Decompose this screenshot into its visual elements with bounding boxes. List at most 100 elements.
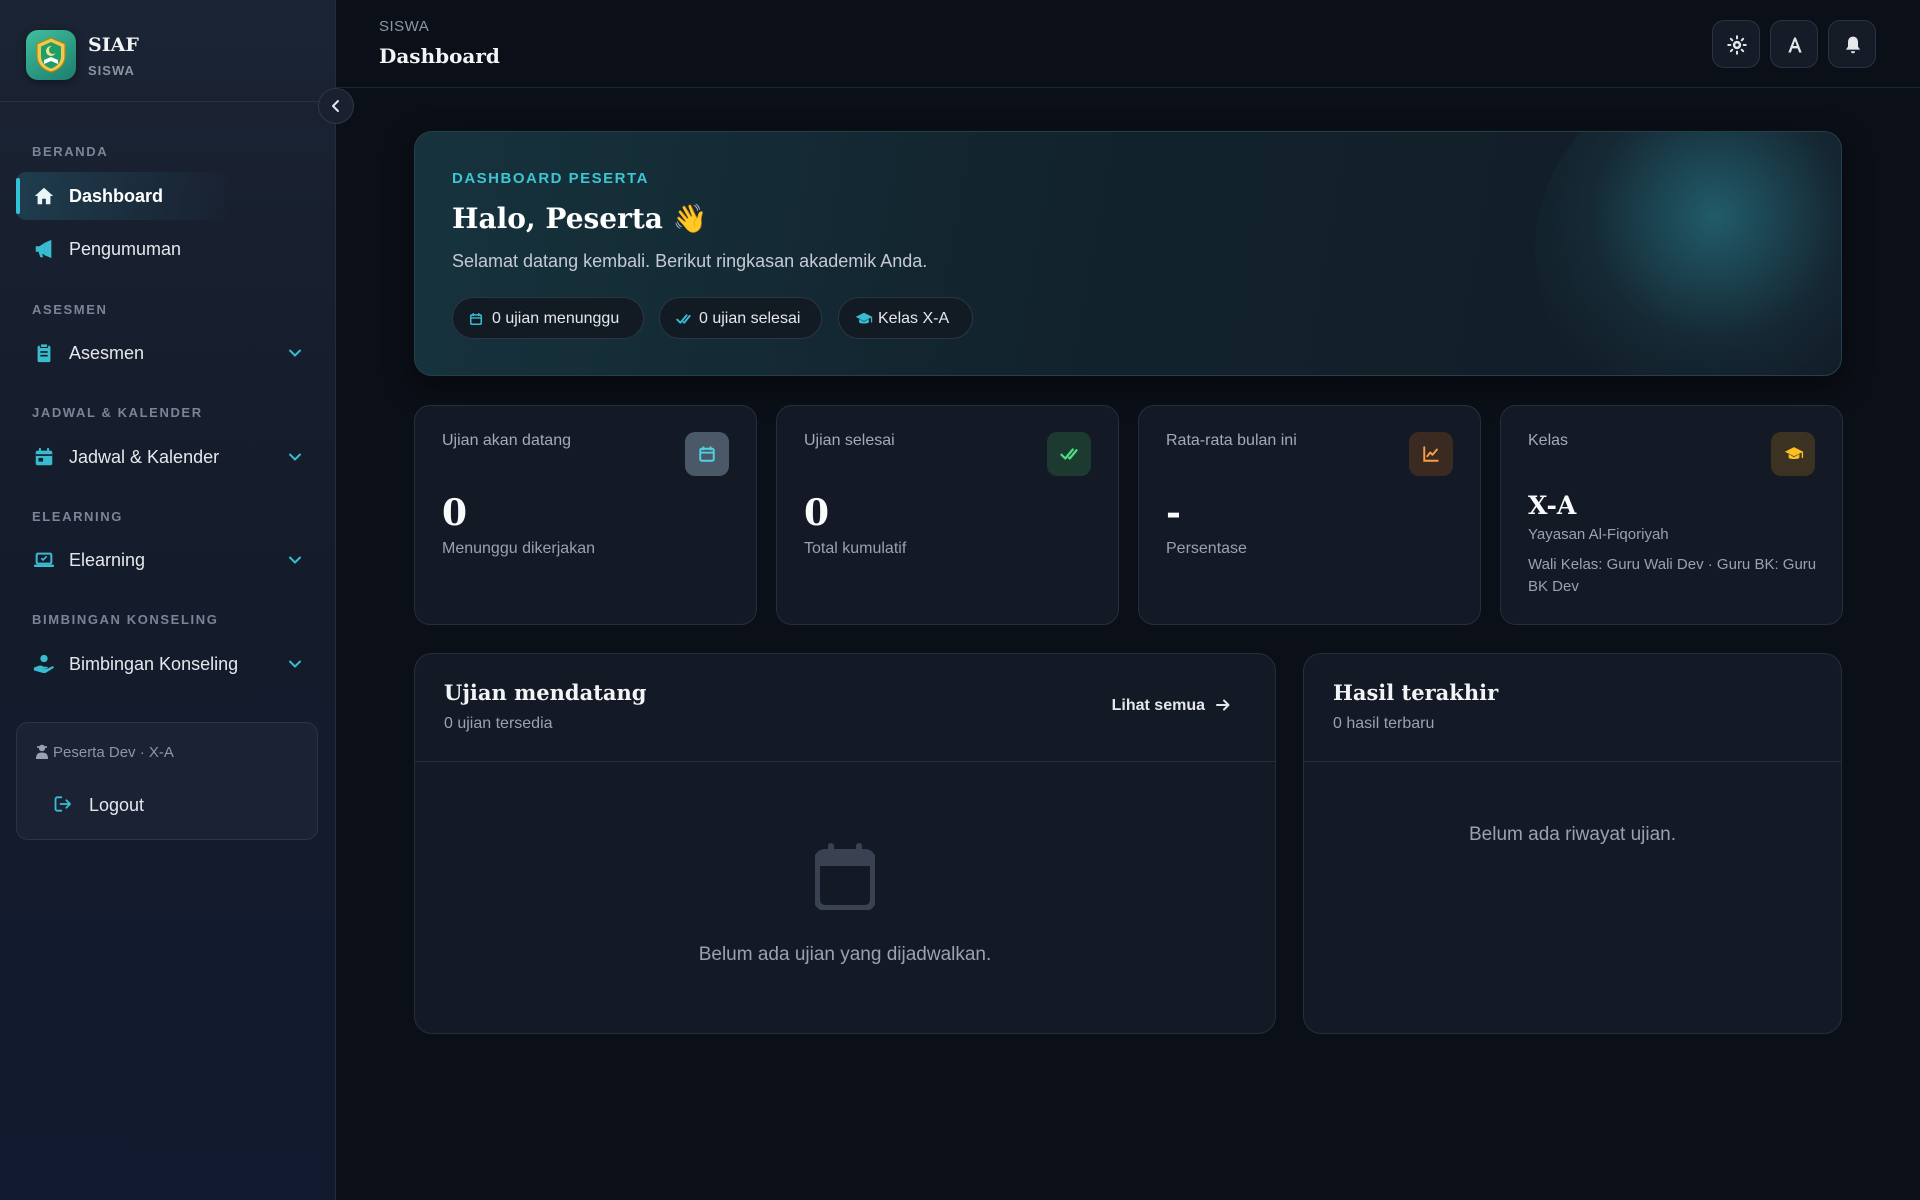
pill-ujian-selesai: 0 ujian selesai — [659, 297, 822, 339]
calendar-icon — [699, 446, 715, 462]
welcome-hero: DASHBOARD PESERTA Halo, Peserta 👋 Selama… — [414, 131, 1842, 376]
brand: SIAF SISWA — [0, 0, 336, 102]
see-all-link[interactable]: Lihat semua — [1112, 697, 1231, 721]
panel-header: Hasil terakhir 0 hasil terbaru — [1304, 654, 1841, 762]
school-logo — [26, 30, 76, 80]
stat-footnote: Total kumulatif — [804, 540, 907, 557]
sidebar-item-bimbingan-konseling[interactable]: Bimbingan Konseling — [16, 640, 322, 688]
section-label-asesmen: ASESMEN — [32, 302, 108, 317]
notifications-button[interactable] — [1828, 20, 1876, 68]
stat-footnote: Menunggu dikerjakan — [442, 540, 595, 557]
stat-icon-box — [1409, 432, 1453, 476]
user-box: Peserta Dev · X-A Logout — [16, 722, 318, 840]
panel-subtitle: 0 ujian tersedia — [444, 715, 553, 732]
stat-label: Ujian selesai — [804, 432, 895, 449]
section-label-beranda: BERANDA — [32, 144, 109, 159]
user-name: Peserta Dev · X-A — [53, 744, 174, 761]
hand-heart-icon — [33, 654, 54, 674]
sidebar-item-label: Bimbingan Konseling — [69, 654, 239, 674]
panel-header: Ujian mendatang 0 ujian tersedia Lihat s… — [415, 654, 1275, 762]
collapse-sidebar-button[interactable] — [318, 88, 354, 124]
recent-results-panel: Hasil terakhir 0 hasil terbaru Belum ada… — [1303, 653, 1842, 1034]
hero-decoration — [1535, 132, 1841, 375]
brand-title: SIAF — [88, 34, 139, 56]
chevron-down-icon — [289, 556, 301, 564]
topbar: SISWA Dashboard — [336, 0, 1920, 88]
stat-label: Ujian akan datang — [442, 432, 571, 449]
user-info: Peserta Dev · X-A — [35, 744, 174, 761]
calendar-empty-icon — [815, 843, 875, 910]
upcoming-exams-panel: Ujian mendatang 0 ujian tersedia Lihat s… — [414, 653, 1276, 1034]
panel-title: Hasil terakhir — [1333, 680, 1499, 705]
stat-value: - — [1166, 492, 1181, 534]
hero-eyebrow: DASHBOARD PESERTA — [452, 170, 649, 187]
chart-line-icon — [1423, 446, 1439, 462]
laptop-icon — [33, 552, 55, 567]
stat-footnote: Persentase — [1166, 540, 1247, 557]
pill-label: 0 ujian menunggu — [492, 310, 620, 327]
check-double-icon — [676, 314, 691, 324]
logout-button[interactable]: Logout — [53, 787, 293, 823]
panel-title: Ujian mendatang — [444, 680, 647, 705]
sidebar-item-elearning[interactable]: Elearning — [16, 536, 322, 584]
font-size-button[interactable] — [1770, 20, 1818, 68]
stat-value: 0 — [442, 492, 468, 534]
sidebar-item-jadwal[interactable]: Jadwal & Kalender — [16, 433, 322, 481]
pill-kelas: Kelas X-A — [838, 297, 973, 339]
breadcrumb: SISWA — [379, 18, 430, 35]
stat-icon-box — [1771, 432, 1815, 476]
chevron-down-icon — [289, 660, 301, 668]
logout-label: Logout — [89, 795, 145, 815]
user-tie-icon — [36, 744, 48, 759]
page-title: Dashboard — [379, 44, 500, 68]
graduation-cap-icon — [855, 312, 873, 324]
see-all-label: Lihat semua — [1111, 697, 1205, 714]
sidebar-item-asesmen[interactable]: Asesmen — [16, 329, 322, 377]
chevron-left-icon — [332, 100, 339, 112]
sidebar-item-dashboard[interactable]: Dashboard — [16, 172, 322, 220]
sidebar-item-label: Asesmen — [69, 343, 145, 363]
font-icon — [1788, 37, 1802, 53]
stat-value: X-A — [1528, 491, 1577, 520]
bell-icon — [1845, 36, 1861, 54]
calendar-icon — [35, 447, 53, 466]
hero-title: Halo, Peserta 👋 — [452, 202, 708, 235]
stat-card-ujian-selesai: Ujian selesai 0 Total kumulatif — [776, 405, 1119, 625]
section-label-elearning: ELEARNING — [32, 509, 123, 524]
hero-subtitle: Selamat datang kembali. Berikut ringkasa… — [452, 251, 928, 271]
sidebar-item-label: Pengumuman — [69, 239, 182, 259]
stat-card-rata-rata: Rata-rata bulan ini - Persentase — [1138, 405, 1481, 625]
chevron-down-icon — [289, 453, 301, 461]
graduation-cap-icon — [1784, 447, 1804, 459]
section-label-jadwal: JADWAL & KALENDER — [32, 405, 203, 420]
calendar-icon — [469, 313, 483, 326]
sidebar: SIAF SISWA BERANDA Dashboard Pengumuman … — [0, 0, 336, 1200]
home-icon — [34, 187, 54, 205]
panel-subtitle: 0 hasil terbaru — [1333, 715, 1435, 732]
stat-organization: Yayasan Al-Fiqoriyah — [1528, 526, 1669, 543]
pill-label: 0 ujian selesai — [699, 310, 801, 327]
stat-value: 0 — [804, 492, 830, 534]
stat-icon-box — [1047, 432, 1091, 476]
sidebar-item-label: Elearning — [69, 550, 146, 570]
stat-label: Rata-rata bulan ini — [1166, 432, 1297, 449]
section-label-bk: BIMBINGAN KONSELING — [32, 612, 219, 627]
empty-state-text: Belum ada riwayat ujian. — [1469, 824, 1676, 845]
sun-icon — [1727, 35, 1747, 55]
stat-icon-box — [685, 432, 729, 476]
stat-card-ujian-akan-datang: Ujian akan datang 0 Menunggu dikerjakan — [414, 405, 757, 625]
sidebar-item-label: Dashboard — [69, 186, 164, 206]
arrow-right-icon — [1216, 699, 1230, 711]
stat-card-kelas: Kelas X-A Yayasan Al-Fiqoriyah Wali Kela… — [1500, 405, 1843, 625]
sidebar-item-pengumuman[interactable]: Pengumuman — [16, 225, 322, 273]
megaphone-icon — [35, 239, 52, 259]
theme-toggle-button[interactable] — [1712, 20, 1760, 68]
empty-state-text: Belum ada ujian yang dijadwalkan. — [698, 944, 992, 965]
pill-ujian-menunggu: 0 ujian menunggu — [452, 297, 644, 339]
pill-label: Kelas X-A — [878, 310, 950, 327]
clipboard-icon — [37, 343, 51, 363]
sidebar-item-label: Jadwal & Kalender — [69, 447, 220, 467]
stat-wali-kelas: Wali Kelas: Guru Wali Dev · Guru BK: Gur… — [1528, 556, 1817, 595]
logout-icon — [54, 796, 72, 812]
check-double-icon — [1060, 448, 1078, 460]
